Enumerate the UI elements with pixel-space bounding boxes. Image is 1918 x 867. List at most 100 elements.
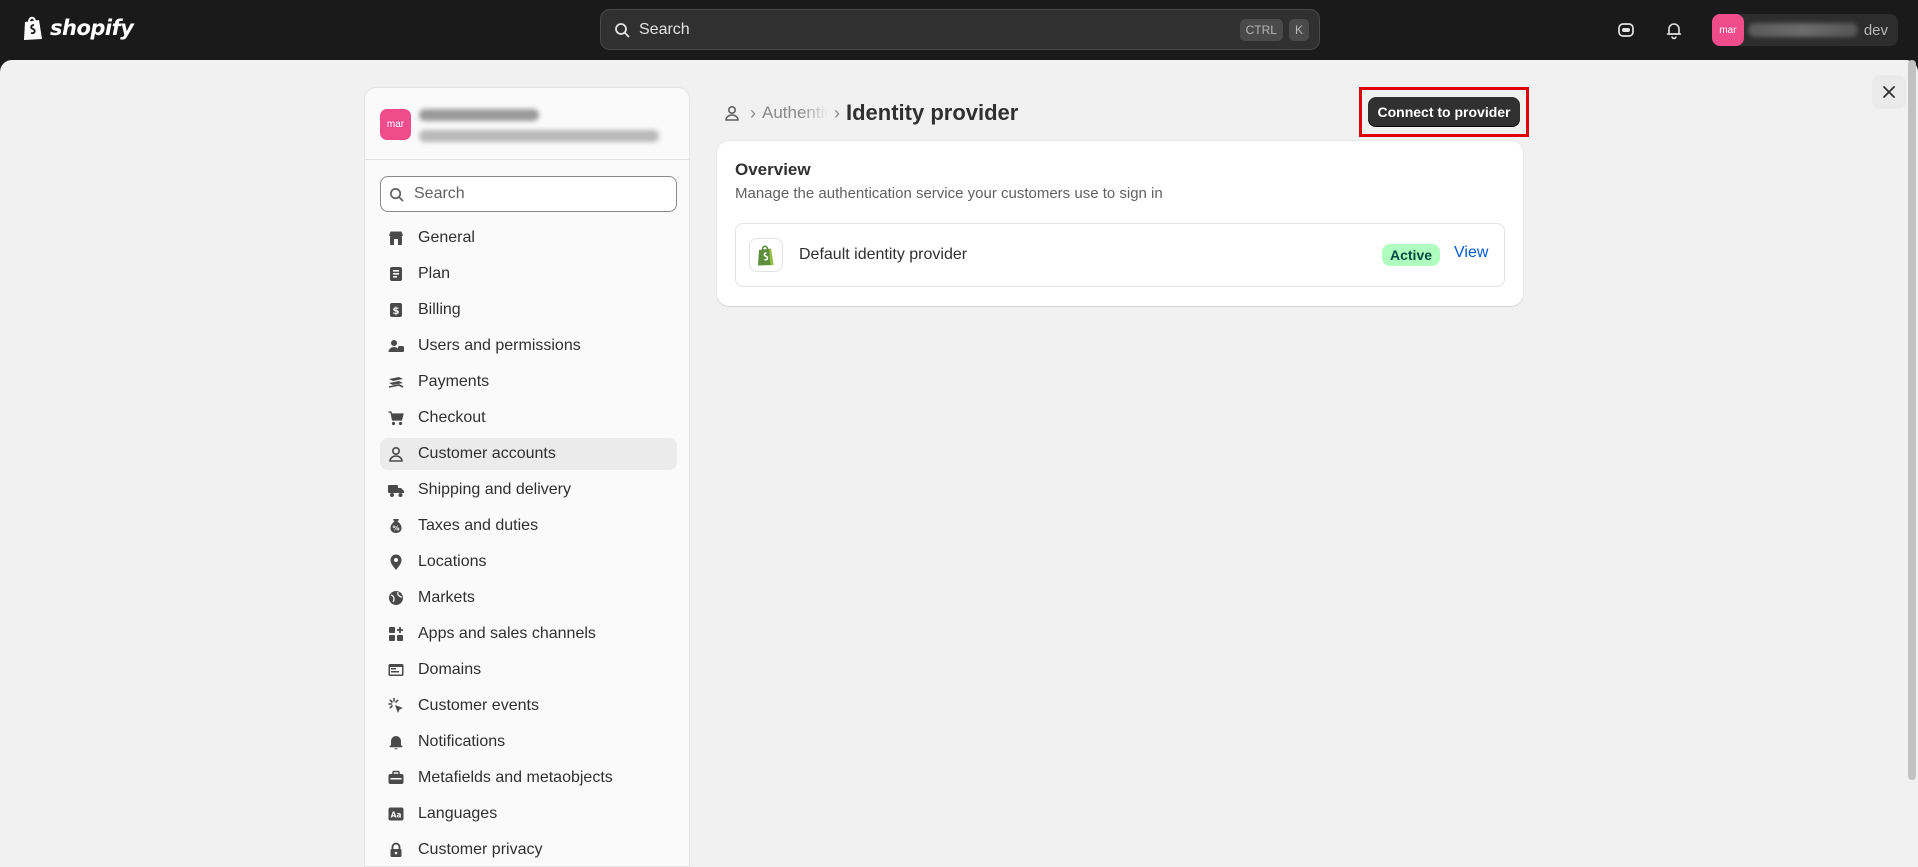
sidebar-item-plan[interactable]: Plan	[380, 258, 677, 290]
sidebar-item-label: Billing	[418, 301, 461, 318]
sidebar-item-domains[interactable]: Domains	[380, 654, 677, 686]
sidebar-item-locations[interactable]: Locations	[380, 546, 677, 578]
breadcrumb-authentication-link[interactable]: Authentication	[762, 103, 828, 123]
sidebar-item-label: Customer events	[418, 697, 539, 714]
sidebar-item-label: Users and permissions	[418, 337, 581, 354]
global-search-label: Search	[639, 20, 690, 38]
sidebar-item-shipping[interactable]: Shipping and delivery	[380, 474, 677, 506]
close-button[interactable]	[1872, 75, 1906, 109]
sidebar-item-apps[interactable]: Apps and sales channels	[380, 618, 677, 650]
sidebar-item-label: Plan	[418, 265, 451, 282]
search-icon	[613, 21, 631, 39]
connect-to-provider-button[interactable]: Connect to provider	[1368, 97, 1520, 127]
sidebar-item-label: Markets	[418, 589, 475, 606]
notifications-button[interactable]	[1650, 10, 1698, 50]
avatar: mar	[1711, 14, 1744, 46]
sidebar-item-label: Customer accounts	[418, 445, 556, 462]
sidebar-item-label: Locations	[418, 553, 487, 570]
metafields-icon	[386, 768, 406, 788]
sidekick-icon	[1617, 23, 1634, 37]
sidebar-item-payments[interactable]: Payments	[380, 366, 677, 398]
users-icon	[386, 336, 406, 356]
sidebar-item-checkout[interactable]: Checkout	[380, 402, 677, 434]
status-badge: Active	[1382, 244, 1441, 266]
redacted-store-email	[419, 130, 659, 142]
bell-icon	[386, 732, 406, 752]
sidebar-item-label: Apps and sales channels	[418, 625, 596, 642]
sidebar-item-label: Customer privacy	[418, 841, 543, 858]
sidebar-item-label: Domains	[418, 661, 482, 678]
shortcut-key-k: K	[1288, 18, 1309, 41]
events-icon	[386, 696, 406, 716]
sidebar-item-customer-privacy[interactable]: Customer privacy	[380, 834, 677, 866]
customer-accounts-icon[interactable]	[720, 101, 744, 125]
language-icon: Aa	[386, 804, 406, 824]
bell-icon	[1666, 23, 1682, 40]
plan-icon	[386, 264, 406, 284]
billing-icon: $	[386, 300, 406, 320]
shopify-logo[interactable]: shopify	[22, 15, 134, 41]
sidebar-item-customer-accounts[interactable]: Customer accounts	[380, 438, 677, 470]
sidebar-item-label: General	[418, 229, 475, 246]
shortcut-key-ctrl: CTRL	[1239, 18, 1283, 41]
redacted-store-name	[419, 109, 539, 121]
user-menu[interactable]: mar dev	[1711, 14, 1898, 46]
sidebar-item-languages[interactable]: Aa Languages	[380, 798, 677, 830]
sidebar-item-label: Checkout	[418, 409, 486, 426]
svg-text:$: $	[393, 306, 400, 317]
payments-icon	[386, 372, 406, 392]
sidebar-item-label: Shipping and delivery	[418, 481, 571, 498]
sidebar-item-notifications[interactable]: Notifications	[380, 726, 677, 758]
top-icons: mar dev	[1602, 0, 1918, 60]
sidebar-item-general[interactable]: General	[380, 222, 677, 254]
breadcrumb-separator-icon: ›	[750, 102, 756, 123]
sidebar-item-label: Notifications	[418, 733, 506, 750]
overview-description: Manage the authentication service your c…	[735, 185, 1163, 202]
settings-search[interactable]	[380, 176, 677, 212]
settings-sidebar: mar General Plan $ Billing Users and per…	[364, 87, 690, 867]
provider-name: Default identity provider	[799, 246, 968, 263]
breadcrumb-separator-icon: ›	[834, 102, 840, 123]
sidebar-item-users[interactable]: Users and permissions	[380, 330, 677, 362]
sidebar-item-markets[interactable]: Markets	[380, 582, 677, 614]
tax-icon: %	[386, 516, 406, 536]
overview-title: Overview	[735, 160, 811, 179]
svg-text:%: %	[392, 525, 399, 533]
store-avatar: mar	[380, 109, 411, 140]
lock-icon	[386, 840, 406, 860]
provider-row: Default identity provider Active View	[735, 223, 1505, 287]
store-header[interactable]: mar	[365, 88, 689, 160]
settings-nav: General Plan $ Billing Users and permiss…	[380, 222, 677, 867]
person-icon	[386, 444, 406, 464]
store-icon	[386, 228, 406, 248]
store-tag: dev	[1863, 21, 1888, 39]
sidebar-item-label: Languages	[418, 805, 498, 822]
close-icon	[1883, 86, 1895, 98]
view-provider-link[interactable]: View	[1454, 244, 1488, 262]
cart-icon	[386, 408, 406, 428]
scrollbar[interactable]	[1908, 60, 1916, 780]
apps-icon	[386, 624, 406, 644]
sidekick-button[interactable]	[1602, 10, 1650, 50]
highlight-box: Connect to provider	[1359, 87, 1529, 137]
sidebar-item-label: Payments	[418, 373, 490, 390]
settings-search-input[interactable]	[414, 185, 664, 203]
brand-name: shopify	[50, 16, 134, 40]
domains-icon	[386, 660, 406, 680]
sidebar-item-billing[interactable]: $ Billing	[380, 294, 677, 326]
page-title: Identity provider	[846, 100, 1019, 125]
sidebar-item-label: Taxes and duties	[418, 517, 539, 534]
redacted-user-name	[1747, 23, 1858, 37]
svg-text:Aa: Aa	[391, 811, 402, 820]
sidebar-item-customer-events[interactable]: Customer events	[380, 690, 677, 722]
search-icon	[390, 187, 404, 201]
shopify-bag-icon	[749, 238, 783, 272]
breadcrumb: › Authentication › Identity provider	[720, 100, 1018, 126]
globe-icon	[386, 588, 406, 608]
sidebar-item-metafields[interactable]: Metafields and metaobjects	[380, 762, 677, 794]
top-bar: shopify Search CTRL K mar dev	[0, 0, 1918, 60]
shopify-bag-icon	[24, 16, 42, 40]
overview-card: Overview Manage the authentication servi…	[717, 141, 1523, 306]
sidebar-item-taxes[interactable]: % Taxes and duties	[380, 510, 677, 542]
global-search[interactable]: Search CTRL K	[600, 9, 1320, 50]
